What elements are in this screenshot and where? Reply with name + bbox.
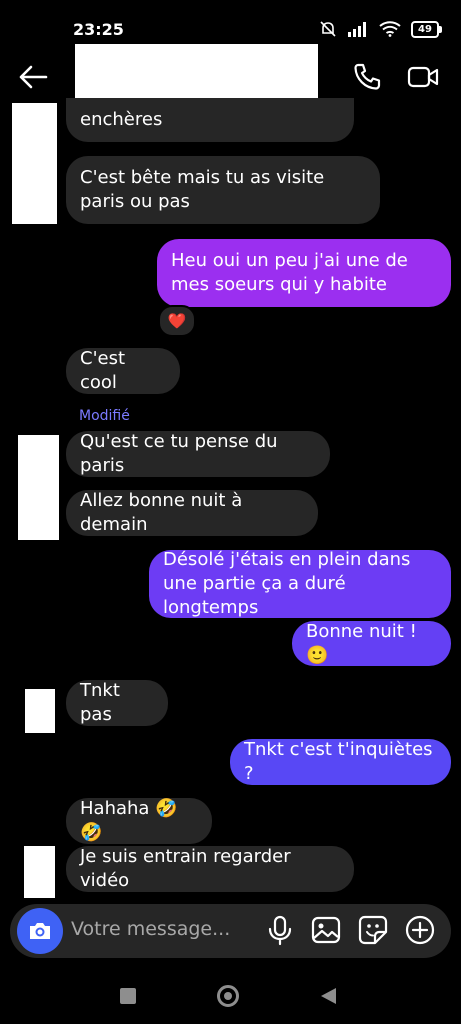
status-icons: 49 — [319, 20, 442, 38]
recent-apps-button[interactable] — [120, 988, 136, 1004]
message-incoming[interactable]: Qu'est ce tu pense du paris — [66, 431, 330, 477]
avatar — [12, 103, 57, 224]
message-text: Allez bonne nuit à demain — [80, 490, 243, 535]
message-text: Tnkt pas — [80, 680, 120, 725]
message-incoming[interactable]: Hahaha 🤣🤣 — [66, 798, 212, 844]
status-time: 23:25 — [73, 20, 124, 39]
message-text: Je suis entrain regarder vidéo — [80, 846, 291, 891]
message-outgoing[interactable]: Heu oui un peu j'ai une de mes soeurs qu… — [157, 239, 451, 307]
avatar — [18, 435, 59, 540]
message-outgoing[interactable]: Désolé j'étais en plein dans une partie … — [149, 549, 451, 618]
home-button[interactable] — [217, 985, 239, 1007]
message-incoming[interactable]: enchères — [66, 98, 354, 142]
message-text: Désolé j'étais en plein dans une partie … — [163, 549, 411, 618]
battery-icon: 49 — [411, 20, 442, 38]
message-text: Bonne nuit ! 🙂 — [306, 620, 417, 666]
muted-bell-icon — [320, 21, 336, 37]
camera-icon — [30, 923, 50, 939]
avatar — [25, 689, 55, 733]
camera-button[interactable] — [17, 908, 63, 954]
microphone-icon[interactable] — [264, 914, 296, 946]
system-back-icon[interactable] — [318, 986, 338, 1006]
avatar — [24, 846, 55, 898]
message-incoming[interactable]: Allez bonne nuit à demain — [66, 490, 318, 536]
plus-circle-icon[interactable] — [404, 914, 436, 946]
message-text: enchères — [80, 109, 163, 130]
signal-icon — [348, 22, 366, 37]
wifi-icon — [379, 21, 401, 37]
message-input[interactable]: Votre message... — [71, 918, 230, 940]
message-text: C'est bête mais tu as visite paris ou pa… — [80, 167, 325, 212]
message-text: C'est cool — [80, 348, 126, 393]
message-outgoing[interactable]: Bonne nuit ! 🙂 — [292, 621, 451, 666]
message-text: Hahaha 🤣🤣 — [80, 798, 178, 843]
video-camera-icon[interactable] — [407, 62, 439, 92]
heart-reaction[interactable]: ❤️ — [158, 305, 196, 337]
phone-icon[interactable] — [352, 62, 382, 92]
contact-name[interactable] — [75, 44, 318, 98]
message-text: Qu'est ce tu pense du paris — [80, 431, 278, 476]
back-arrow-icon[interactable] — [16, 60, 50, 94]
message-incoming[interactable]: C'est bête mais tu as visite paris ou pa… — [66, 156, 380, 224]
message-text: Heu oui un peu j'ai une de mes soeurs qu… — [171, 250, 408, 295]
message-text: Tnkt c'est t'inquiètes ? — [244, 739, 433, 784]
message-incoming[interactable]: Tnkt pas — [66, 680, 168, 726]
message-outgoing[interactable]: Tnkt c'est t'inquiètes ? — [230, 739, 451, 785]
message-incoming[interactable]: Je suis entrain regarder vidéo — [66, 846, 354, 892]
message-incoming[interactable]: C'est cool — [66, 348, 180, 394]
sticker-icon[interactable] — [357, 914, 389, 946]
modified-label: Modifié — [79, 408, 130, 424]
image-icon[interactable] — [310, 914, 342, 946]
